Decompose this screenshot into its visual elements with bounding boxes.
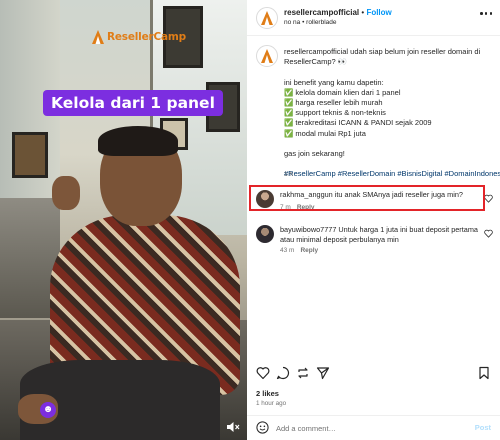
caption-line: resellercampofficial udah siap belum joi… (284, 47, 481, 56)
post-comment-button[interactable]: Post (475, 423, 491, 432)
tent-icon (92, 30, 104, 44)
caption-line: ResellerCamp? 👀 (284, 57, 348, 67)
caption-line: ✅ support teknis & non-teknis (284, 108, 386, 118)
comment-text: bayuwibowo7777 Untuk harga 1 juta ini bu… (280, 225, 478, 245)
avatar[interactable] (256, 225, 274, 243)
video-wall-frame (12, 132, 48, 178)
post-details-panel: resellercampofficial • Follow no na • ro… (247, 0, 500, 440)
more-options-icon[interactable] (480, 12, 492, 16)
tent-icon (261, 11, 273, 25)
comment-highlight-box (249, 185, 485, 211)
header-username[interactable]: resellercampofficial (284, 8, 359, 17)
heart-icon[interactable] (484, 194, 493, 203)
repost-icon[interactable] (296, 366, 310, 380)
caption-line: ✅ harga reseller lebih murah (284, 98, 383, 107)
avatar[interactable] (256, 45, 278, 67)
share-send-icon[interactable] (316, 366, 330, 380)
caption-hashtags[interactable]: #ResellerCamp #ResellerDomain #BisnisDig… (284, 169, 500, 179)
comment-meta: 43 m Reply (280, 247, 318, 254)
add-comment-bar: Post (247, 415, 500, 440)
header-separator: • (361, 8, 365, 17)
caption-line: gas join sekarang! (284, 149, 345, 158)
caption-username[interactable]: resellercampofficial (284, 47, 348, 56)
add-comment-input[interactable] (276, 421, 456, 435)
video-person-hair (98, 126, 178, 156)
header-username-row: resellercampofficial • Follow (284, 8, 392, 17)
post-actions (247, 366, 500, 384)
post-header: resellercampofficial • Follow no na • ro… (247, 0, 500, 36)
post-caption: resellercampofficial udah siap belum joi… (284, 47, 500, 180)
like-heart-icon[interactable] (256, 366, 270, 380)
person-icon[interactable]: ☻ (40, 402, 56, 418)
speaker-muted-icon[interactable] (226, 420, 240, 434)
reply-button[interactable]: Reply (300, 247, 318, 254)
heart-icon[interactable] (484, 229, 493, 238)
caption-timestamp: 1 h (284, 171, 294, 178)
caption-line: ini benefit yang kamu dapetin: (284, 77, 384, 87)
bookmark-icon[interactable] (477, 366, 491, 380)
emoji-icon[interactable] (256, 421, 269, 434)
post-timestamp: 1 hour ago (256, 400, 287, 407)
caption-line: ✅ kelola domain klien dari 1 panel (284, 87, 401, 97)
video-brand-name: ResellerCamp (107, 31, 186, 43)
like-count[interactable]: 2 likes (256, 389, 279, 398)
tent-icon (261, 49, 273, 63)
follow-button[interactable]: Follow (366, 8, 391, 17)
video-overlay-caption: Kelola dari 1 panel (43, 90, 223, 116)
video-brand-logo: ResellerCamp (92, 30, 186, 44)
audio-subtitle[interactable]: no na • rollerblade (284, 19, 337, 26)
caption-line: ✅ modal mulai Rp1 juta (284, 128, 366, 138)
caption-line: ✅ terakreditasi ICANN & PANDI sejak 2009 (284, 118, 432, 128)
reel-video[interactable]: ResellerCamp Kelola dari 1 panel ☻ (0, 0, 247, 440)
video-person-hand (52, 176, 80, 210)
comment-bubble-icon[interactable] (276, 366, 290, 380)
avatar[interactable] (256, 7, 278, 29)
comment-time: 43 m (280, 247, 295, 254)
